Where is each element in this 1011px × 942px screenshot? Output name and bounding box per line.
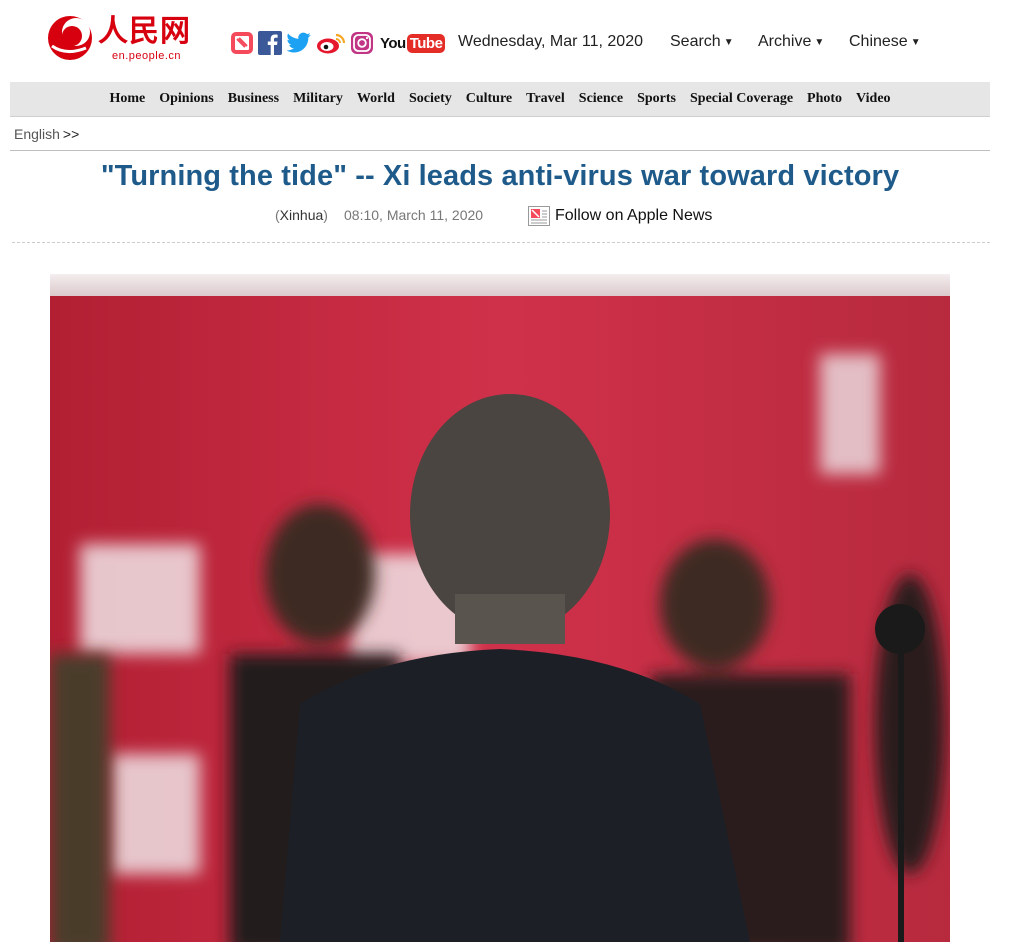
nav-item-photo[interactable]: Photo (807, 91, 842, 107)
archive-label: Archive (758, 33, 812, 50)
nav-item-science[interactable]: Science (579, 91, 623, 107)
current-date: Wednesday, Mar 11, 2020 (458, 33, 643, 50)
article-photo-image (50, 274, 950, 942)
nav-item-video[interactable]: Video (856, 91, 890, 107)
nav-item-society[interactable]: Society (409, 91, 452, 107)
nav-item-business[interactable]: Business (228, 91, 279, 107)
site-header: 人民网 en.people.cn You Tube Wednesday, Mar… (0, 0, 1011, 80)
breadcrumb-separator: >> (62, 126, 80, 142)
nav-item-travel[interactable]: Travel (526, 91, 565, 107)
article-headline: "Turning the tide" -- Xi leads anti-viru… (100, 160, 900, 192)
nav-item-opinions[interactable]: Opinions (159, 91, 213, 107)
youtube-tube-text: Tube (406, 33, 446, 53)
breadcrumb: English >> (14, 126, 79, 142)
search-label: Search (670, 33, 721, 50)
site-logo[interactable]: 人民网 en.people.cn (46, 12, 196, 68)
breadcrumb-divider (10, 150, 990, 151)
apple-news-icon[interactable] (230, 31, 254, 55)
article-timestamp: 08:10, March 11, 2020 (344, 207, 484, 223)
archive-dropdown[interactable]: Archive ▼ (758, 33, 824, 51)
follow-apple-news-link[interactable]: Follow on Apple News (528, 206, 712, 226)
logo-domain-text: en.people.cn (112, 50, 181, 62)
search-dropdown[interactable]: Search ▼ (670, 33, 734, 51)
youtube-link[interactable]: You Tube (380, 33, 446, 53)
instagram-icon[interactable] (350, 31, 374, 55)
chevron-down-icon: ▼ (814, 37, 825, 48)
article-source: (Xinhua) (275, 207, 328, 223)
apple-news-label: Follow on Apple News (555, 207, 713, 224)
nav-item-special-coverage[interactable]: Special Coverage (690, 91, 793, 107)
nav-item-culture[interactable]: Culture (466, 91, 512, 107)
logo-mark-icon (48, 16, 92, 60)
twitter-icon[interactable] (286, 31, 312, 55)
source-link[interactable]: Xinhua (280, 207, 324, 223)
article-photo (50, 274, 950, 942)
social-links: You Tube (230, 30, 446, 56)
chevron-down-icon: ▼ (723, 37, 734, 48)
main-nav: Home Opinions Business Military World So… (10, 82, 990, 117)
nav-item-sports[interactable]: Sports (637, 91, 676, 107)
nav-item-home[interactable]: Home (109, 91, 145, 107)
logo-chinese-text: 人民网 (98, 14, 191, 49)
meta-divider (12, 242, 990, 243)
chinese-dropdown[interactable]: Chinese ▼ (849, 33, 921, 51)
chinese-label: Chinese (849, 33, 908, 50)
nav-item-military[interactable]: Military (293, 91, 343, 107)
youtube-you-text: You (380, 34, 406, 52)
breadcrumb-english-link[interactable]: English (14, 126, 60, 142)
weibo-icon[interactable] (316, 31, 346, 55)
nav-item-world[interactable]: World (357, 91, 395, 107)
apple-news-icon (528, 206, 550, 226)
chevron-down-icon: ▼ (910, 37, 921, 48)
source-close-paren: ) (323, 207, 328, 223)
facebook-icon[interactable] (258, 31, 282, 55)
